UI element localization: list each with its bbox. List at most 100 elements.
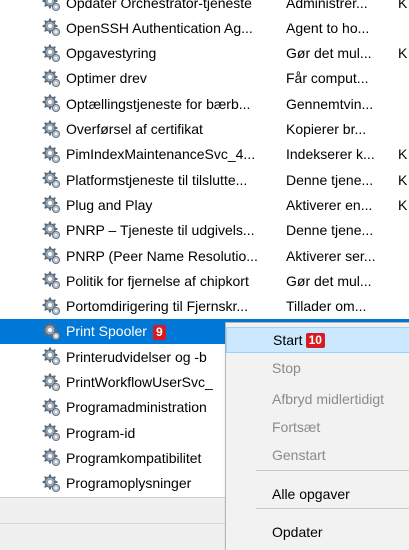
menu-separator bbox=[256, 470, 409, 471]
menu-item-fortsæt[interactable]: Fortsæt bbox=[226, 414, 409, 440]
service-name: Politik for fjernelse af chipkort bbox=[66, 273, 280, 289]
service-description: Får comput... bbox=[286, 70, 369, 87]
service-description: Administrer... bbox=[286, 0, 368, 11]
menu-item-opdater[interactable]: Opdater bbox=[226, 519, 409, 545]
menu-item-label: Alle opgaver bbox=[272, 486, 350, 502]
service-row[interactable]: Portomdirigering til Fjernskr... Tillader… bbox=[0, 294, 409, 319]
menu-item-alle-opgaver[interactable]: Alle opgaver bbox=[226, 481, 409, 507]
service-description: Agent to ho... bbox=[286, 19, 370, 36]
service-name-text: Optimer drev bbox=[66, 70, 147, 87]
service-name: Optællingstjeneste for bærb... bbox=[66, 96, 280, 112]
service-description: Gennemtvin... bbox=[286, 95, 374, 112]
menu-item-label: Start bbox=[273, 332, 303, 348]
service-row[interactable]: Overførsel af certifikat Kopierer br... bbox=[0, 117, 409, 142]
service-name-text: PNRP (Peer Name Resolutio... bbox=[66, 247, 258, 264]
gear-icon bbox=[42, 69, 62, 89]
gear-icon bbox=[42, 221, 62, 241]
service-description: Indekserer k... bbox=[286, 146, 375, 163]
service-name-text: Programoplysninger bbox=[66, 475, 192, 492]
service-name: OpenSSH Authentication Ag... bbox=[66, 20, 280, 36]
gear-icon bbox=[42, 372, 62, 393]
service-name: PNRP – Tjeneste til udgivels... bbox=[66, 222, 280, 238]
gear-icon bbox=[42, 296, 62, 317]
service-description: Tillader om... bbox=[286, 298, 367, 315]
service-row[interactable]: PimIndexMaintenanceSvc_4... Indekserer k.… bbox=[0, 142, 409, 167]
menu-item-afbryd-midlertidigt[interactable]: Afbryd midlertidigt bbox=[226, 386, 409, 412]
menu-item-label: Afbryd midlertidigt bbox=[272, 391, 385, 407]
gear-icon bbox=[42, 423, 62, 443]
service-name-text: OpenSSH Authentication Ag... bbox=[66, 19, 253, 36]
gear-icon bbox=[42, 170, 62, 190]
service-extra-column: K bbox=[398, 171, 408, 188]
gear-icon bbox=[42, 195, 62, 215]
service-extra-column: K bbox=[398, 0, 408, 11]
gear-icon bbox=[42, 145, 62, 165]
service-name: Portomdirigering til Fjernskr... bbox=[66, 298, 280, 314]
step-badge: 10 bbox=[305, 332, 325, 348]
service-name-text: Overførsel af certifikat bbox=[66, 121, 203, 137]
gear-icon bbox=[42, 398, 62, 418]
service-row[interactable]: Platformstjeneste til tilslutte... Denne … bbox=[0, 167, 409, 192]
service-name: Platformstjeneste til tilslutte... bbox=[66, 172, 280, 188]
service-description: Denne tjene... bbox=[286, 222, 374, 239]
service-name-text: Programkompatibilitet bbox=[66, 449, 202, 466]
service-description: Aktiverer en... bbox=[286, 196, 373, 213]
gear-icon bbox=[42, 43, 62, 64]
menu-item-label: Genstart bbox=[272, 447, 326, 463]
menu-item-start[interactable]: Start 10 bbox=[226, 327, 409, 353]
service-name-text: Program-id bbox=[66, 424, 136, 441]
service-name-text: Plug and Play bbox=[66, 196, 153, 213]
service-name: Overførsel af certifikat bbox=[66, 121, 280, 137]
service-row[interactable]: Optællingstjeneste for bærb... Gennemtvin… bbox=[0, 91, 409, 116]
service-row[interactable]: Opdater Orchestrator-tjeneste Administrer… bbox=[0, 0, 409, 15]
service-row[interactable]: Politik for fjernelse af chipkort Gør det… bbox=[0, 268, 409, 293]
service-name: Opgavestyring bbox=[66, 45, 280, 61]
menu-item-genstart[interactable]: Genstart bbox=[226, 442, 409, 468]
service-name-text: Portomdirigering til Fjernskr... bbox=[66, 298, 249, 315]
gear-icon bbox=[42, 448, 62, 468]
gear-icon bbox=[42, 119, 62, 140]
service-name-text: Opgavestyring bbox=[66, 45, 157, 62]
service-name: Print Spooler 9 bbox=[66, 323, 166, 340]
service-description: Aktiverer ser... bbox=[286, 247, 376, 264]
service-row[interactable]: Optimer drev Får comput... bbox=[0, 66, 409, 91]
service-description: Gør det mul... bbox=[286, 272, 372, 289]
service-name-text: PimIndexMaintenanceSvc_4... bbox=[66, 146, 256, 163]
service-name-text: PrintWorkflowUserSvc_ bbox=[66, 374, 213, 390]
service-name-text: PNRP – Tjeneste til udgivels... bbox=[66, 222, 255, 239]
gear-icon bbox=[42, 322, 62, 342]
menu-item-stop[interactable]: Stop bbox=[226, 355, 409, 381]
menu-separator bbox=[256, 508, 409, 509]
service-extra-column: K bbox=[398, 196, 408, 213]
menu-item-label: Stop bbox=[272, 360, 301, 376]
gear-icon bbox=[42, 271, 62, 291]
context-menu: Start 10 Stop Afbryd midlertidigt Fortsæt Gen… bbox=[225, 322, 409, 550]
gear-icon bbox=[42, 94, 62, 114]
service-name-text: Printerudvidelser og -b bbox=[66, 348, 207, 365]
gear-icon bbox=[42, 474, 62, 494]
service-name: Optimer drev bbox=[66, 70, 280, 86]
service-name-text: Politik for fjernelse af chipkort bbox=[66, 272, 249, 289]
service-description: Kopierer br... bbox=[286, 121, 367, 137]
service-name-text: Print Spooler bbox=[66, 322, 147, 339]
service-name-text: Programadministration bbox=[66, 399, 207, 416]
step-badge: 9 bbox=[152, 324, 166, 340]
service-name-text: Opdater Orchestrator-tjeneste bbox=[66, 0, 252, 11]
menu-item-label: Opdater bbox=[272, 524, 323, 540]
service-name-text: Platformstjeneste til tilslutte... bbox=[66, 171, 248, 188]
gear-icon bbox=[42, 0, 62, 13]
service-row[interactable]: PNRP (Peer Name Resolutio... Aktiverer se… bbox=[0, 243, 409, 268]
service-description: Denne tjene... bbox=[286, 171, 374, 188]
service-name: PimIndexMaintenanceSvc_4... bbox=[66, 146, 280, 162]
service-name: Plug and Play bbox=[66, 197, 280, 213]
service-row[interactable]: Plug and Play Aktiverer en... K bbox=[0, 192, 409, 217]
service-row[interactable]: PNRP – Tjeneste til udgivels... Denne tje… bbox=[0, 218, 409, 243]
service-row[interactable]: Opgavestyring Gør det mul... K bbox=[0, 41, 409, 66]
menu-item-label: Fortsæt bbox=[272, 419, 321, 435]
service-extra-column: K bbox=[398, 146, 408, 163]
gear-icon bbox=[42, 246, 62, 266]
service-description: Gør det mul... bbox=[286, 45, 372, 62]
service-row[interactable]: OpenSSH Authentication Ag... Agent to ho.… bbox=[0, 15, 409, 40]
service-name: PNRP (Peer Name Resolutio... bbox=[66, 248, 280, 264]
service-extra-column: K bbox=[398, 45, 408, 62]
